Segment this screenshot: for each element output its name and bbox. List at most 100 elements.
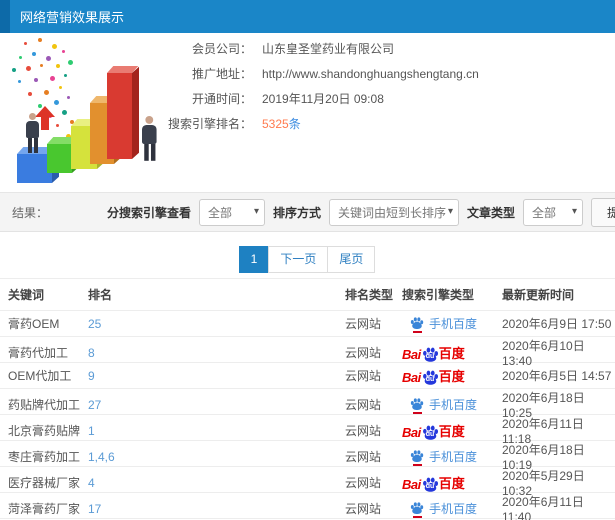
rank-link[interactable]: 1,4,6 [88,450,115,464]
baidu-paw-icon [410,397,424,410]
businessman-left-figure [26,113,39,153]
rank-type-cell: 云网站 [345,502,382,516]
rank-link[interactable]: 25 [88,317,101,331]
article-type-label: 文章类型 [466,205,515,220]
baidu-paw-icon [410,501,424,514]
member-info-list: 会员公司： 山东皇圣堂药业有限公司 推广地址： http://www.shand… [160,36,479,136]
table-row: 医疗器械厂家 4 云网站 Bai du 百度 2020年5月29日 10:32 [0,467,615,498]
keyword-cell: 膏药OEM [8,317,60,331]
rank-link[interactable]: 27 [88,398,101,412]
confetti-dot [68,60,73,65]
keyword-cell: 医疗器械厂家 [8,476,81,490]
engine-type-cell: Bai du 百度 [402,473,502,492]
table-row: 膏药代加工 8 云网站 Bai du 百度 2020年6月10日 13:40 [0,337,615,368]
confetti-dot [62,50,65,53]
rank-link[interactable]: 8 [88,346,95,360]
mobile-baidu-label: 手机百度 [429,398,478,412]
baidu-logo: Bai du 百度 [402,346,465,362]
filter-bar: 结果： 分搜索引擎查看 全部 ▾ 排序方式 关键词由短到长排序 ▾ 文章类型 全… [0,192,615,232]
next-page-button[interactable]: 下一页 [268,246,329,273]
title-bar: 网络营销效果展示 [0,0,615,33]
baidu-paw-icon [410,316,424,329]
engine-filter-label: 分搜索引擎查看 [106,205,191,220]
confetti-dot [28,92,32,96]
rank-type-cell: 云网站 [345,424,382,438]
baidu-logo: Bai du 百度 [402,424,465,440]
engine-filter-value: 全部 [207,205,232,220]
filter-controls: 分搜索引擎查看 全部 ▾ 排序方式 关键词由短到长排序 ▾ 文章类型 全部 ▾ … [106,197,615,227]
confetti-dot [62,110,67,115]
table-row: 药贴牌代加工 27 云网站 手机百度 2020年6月18日 10:25 [0,389,615,420]
open-time-row: 开通时间： 2019年11月20日 09:08 [160,86,479,111]
title-bar-accent [0,0,10,33]
confetti-dot [46,56,51,61]
confetti-dot [38,38,42,42]
keyword-cell: 药贴牌代加工 [8,398,81,412]
mobile-baidu-logo: 手机百度 [402,500,478,518]
chevron-down-icon: ▾ [253,205,259,217]
confetti-dot [67,96,70,99]
chevron-down-icon: ▾ [447,205,453,217]
rank-type-cell: 云网站 [345,398,382,412]
keyword-cell: 枣庄膏药加工 [8,450,81,464]
mobile-baidu-logo: 手机百度 [402,315,477,333]
member-company-link[interactable]: 山东皇圣堂药业有限公司 [262,40,394,57]
rank-type-cell: 云网站 [345,476,382,490]
sort-filter-select[interactable]: 关键词由短到长排序 ▾ [328,198,459,226]
bar-3d [107,66,139,159]
baidu-paw-icon [410,449,424,462]
confetti-dot [40,64,43,67]
rank-type-cell: 云网站 [345,450,382,464]
confetti-dot [34,78,38,82]
member-company-label: 会员公司： [191,42,252,56]
table-body: 膏药OEM 25 云网站 手机百度 2020年6月9日 17:50 膏药代加工 8 云网站 … [0,311,615,520]
confetti-dot [50,76,55,81]
page-1-button[interactable]: 1 [238,246,270,273]
confetti-dot [59,86,62,89]
table-row: 枣庄膏药加工 1,4,6 云网站 手机百度 2020年6月18日 10:19 [0,441,615,472]
confetti-dot [52,44,57,49]
rank-link[interactable]: 17 [88,502,101,516]
engine-filter-select[interactable]: 全部 ▾ [198,198,265,226]
col-rank-type: 排名类型 [345,288,394,302]
engine-type-cell: 手机百度 [402,396,502,414]
page-title: 网络营销效果展示 [20,10,125,25]
updated-cell: 2020年6月5日 14:57 [502,369,612,383]
col-engine-type: 搜索引擎类型 [402,288,475,302]
updated-cell: 2020年6月10日 13:40 [502,339,585,368]
engine-rank-count: 5325 [262,116,289,131]
confetti-dot [44,90,49,95]
keyword-cell: OEM代加工 [8,369,72,383]
sort-filter-label: 排序方式 [272,205,321,220]
article-type-select[interactable]: 全部 ▾ [523,198,583,226]
chevron-down-icon: ▾ [571,205,577,217]
rank-type-cell: 云网站 [345,346,382,360]
engine-type-cell: Bai du 百度 [402,421,502,440]
rank-type-cell: 云网站 [345,369,382,383]
rank-link[interactable]: 1 [88,424,95,438]
submit-button[interactable]: 提交 [591,197,615,227]
last-page-button[interactable]: 尾页 [327,246,376,273]
sort-filter-value: 关键词由短到长排序 [337,205,446,220]
promo-url-label: 推广地址： [191,67,252,81]
member-company-row: 会员公司： 山东皇圣堂药业有限公司 [160,36,479,61]
confetti-dot [64,74,67,77]
mobile-baidu-label: 手机百度 [429,502,478,516]
open-time-label: 开通时间： [191,92,252,106]
rank-type-cell: 云网站 [345,317,382,331]
promo-url-link[interactable]: http://www.shandonghuangshengtang.cn [262,67,479,81]
mobile-baidu-logo: 手机百度 [402,448,477,466]
updated-cell: 2020年6月11日 11:40 [502,495,584,520]
rank-link[interactable]: 9 [88,369,95,383]
rank-link[interactable]: 4 [88,476,95,490]
table-row: OEM代加工 9 云网站 Bai du 百度 2020年6月5日 14:57 [0,363,615,389]
confetti-dot [32,52,36,56]
col-keyword: 关键词 [8,288,45,302]
confetti-dot [56,64,60,68]
results-table: 关键词 排名 排名类型 搜索引擎类型 最新更新时间 膏药OEM 25 云网站 手机百… [0,278,615,520]
baidu-logo: Bai du 百度 [402,476,465,492]
article-type-value: 全部 [532,205,557,220]
engine-rank-unit: 条 [288,117,301,131]
updated-cell: 2020年6月9日 17:50 [502,317,612,331]
pagination: 1 下一页 尾页 [0,246,615,273]
